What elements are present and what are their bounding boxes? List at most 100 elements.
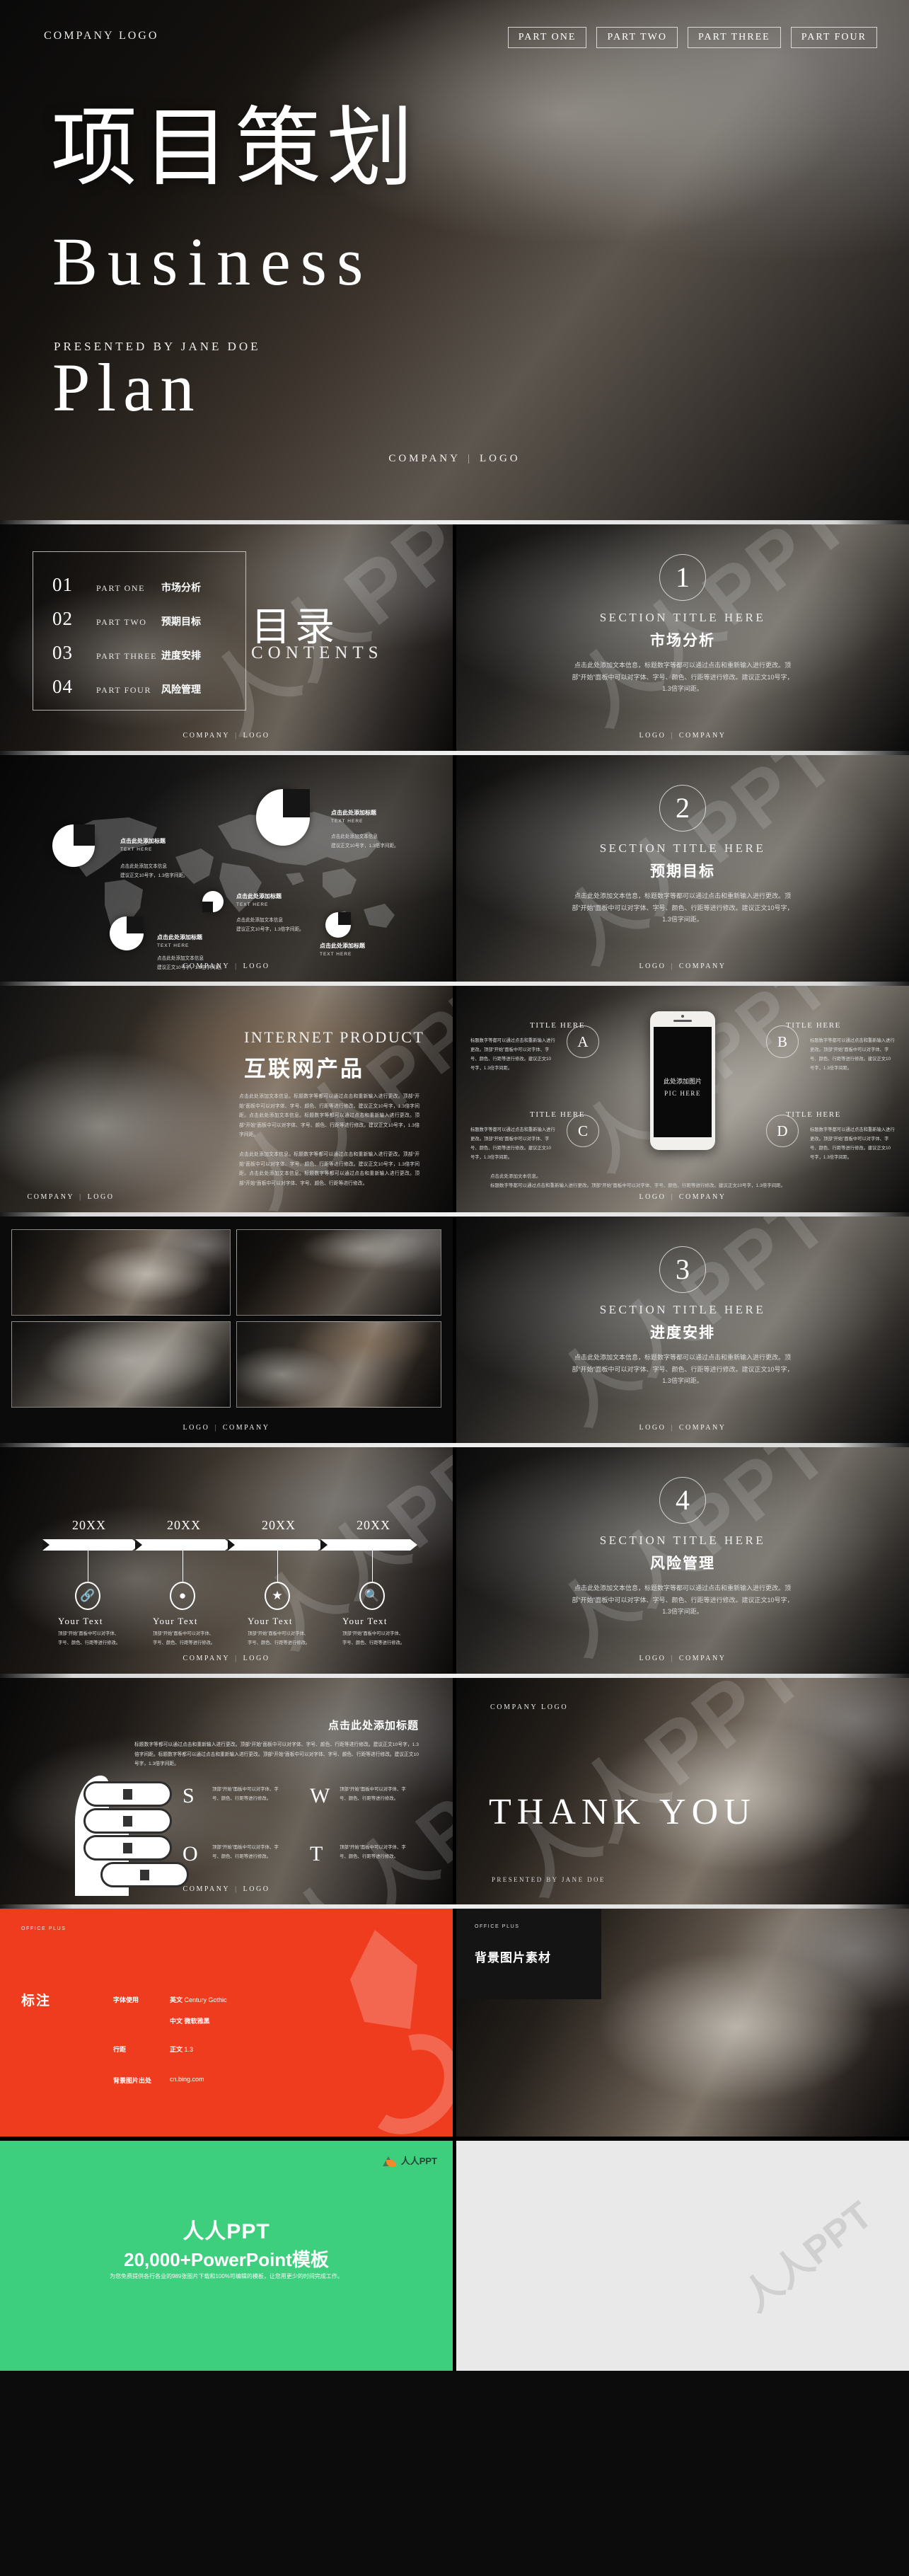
renrenppt-logo[interactable]: 人人PPT: [382, 2154, 437, 2167]
phone-bottom-line-2: 标题数字等都可以通过点击和重新输入进行更改。顶部“开始”面板中可以对字体、字号、…: [490, 1183, 786, 1189]
promo-heading: 人人PPT: [183, 2220, 270, 2243]
marker-body: 点击此处添加文本信息 建议正文10号字，1.3倍字间距。: [331, 834, 399, 849]
bg-material-heading: 背景图片素材: [475, 1951, 551, 1965]
toc-number: 01: [52, 574, 73, 595]
nav-part-three[interactable]: PART THREE: [687, 27, 781, 48]
pie-chart-2: [256, 789, 310, 846]
thank-you-presented-by: PRESENTED BY JANE DOE: [492, 1876, 606, 1883]
section-description: 点击此处添加文本信息，标题数字等都可以通过点击和重新输入进行更改。顶部“开始”面…: [572, 662, 794, 693]
pin-icon[interactable]: ●: [170, 1582, 195, 1610]
toc-label-en: PART FOUR: [96, 685, 152, 695]
footer-right: COMPANY: [222, 1424, 270, 1432]
office-plus-label: OFFICE PLUS: [21, 1926, 66, 1931]
swot-pill-1: [83, 1781, 172, 1807]
swot-body-s: 顶部“开始”面板中可以对字体、字号、颜色、行距等进行修改。: [212, 1787, 279, 1801]
slide-section-4: 人人PPT 4 SECTION TITLE HERE 风险管理 点击此处添加文本…: [456, 1447, 909, 1674]
slide-footer: LOGO | COMPANY: [639, 962, 726, 970]
slide-footer: LOGO | COMPANY: [639, 1655, 726, 1662]
phone-bottom-note: 点击此处添加文本信息。 标题数字等都可以通过点击和重新输入进行更改。顶部“开始”…: [490, 1172, 875, 1191]
gallery-photo-4[interactable]: [236, 1321, 441, 1408]
promo-subheading: 20,000+PowerPoint模板: [124, 2249, 329, 2270]
slide-row-7: 人人PPT 点击此处添加标题 标题数字等都可以通过点击和重新输入进行更改。顶部“…: [0, 1678, 909, 1904]
swot-title: 点击此处添加标题: [328, 1720, 419, 1732]
feature-title-c: TITLE HERE: [530, 1110, 586, 1119]
marker-body: 点击此处添加文本信息 建议正文10号字，1.3倍字间距。: [120, 864, 188, 878]
slide-footer: COMPANY | LOGO: [183, 1655, 270, 1662]
footer-right: COMPANY: [678, 1424, 726, 1432]
nav-part-four[interactable]: PART FOUR: [790, 27, 877, 48]
slide-row-8: OFFICE PLUS 标注 字体使用 英文 Century Gothic 中文…: [0, 1909, 909, 2137]
timeline-title-4: Your Text: [342, 1616, 388, 1626]
slide-row-2: 人人PPT 01 PART ONE 市场分析 02 PART TWO 预期目标 …: [0, 524, 909, 751]
camera-icon: [681, 1015, 684, 1018]
footer-right: LOGO: [243, 962, 270, 970]
marker-title: 点击此处添加标题: [331, 810, 376, 816]
thank-you-title: THANK YOU: [489, 1792, 756, 1832]
brand-name: 人人PPT: [400, 2156, 437, 2166]
timeline-title-1: Your Text: [58, 1616, 103, 1626]
gallery-photo-3[interactable]: [11, 1321, 231, 1408]
timeline-year-4: 20XX: [357, 1518, 390, 1532]
section-title-en: SECTION TITLE HERE: [599, 611, 766, 624]
nav-part-two[interactable]: PART TWO: [596, 27, 678, 48]
slide-footer: LOGO | COMPANY: [183, 1424, 270, 1432]
person-icon: [123, 1788, 132, 1800]
toc-item-3[interactable]: 03 PART THREE 进度安排: [52, 642, 201, 664]
toc-item-4[interactable]: 04 PART FOUR 风险管理: [52, 676, 201, 698]
marker-title: 点击此处添加标题: [157, 934, 202, 941]
slide-row-3: 点击此处添加标题 TEXT HERE 点击此处添加文本信息 建议正文10号字，1.…: [0, 755, 909, 982]
notes-value-font-en: 英文 Century Gothic: [170, 1996, 227, 2003]
ppt-template-preview: COMPANY LOGO PART ONE PART TWO PART THRE…: [0, 0, 909, 2371]
speaker-icon: [673, 1020, 692, 1022]
timeline-year-3: 20XX: [262, 1518, 296, 1532]
search-icon[interactable]: 🔍: [359, 1582, 385, 1610]
footer-right: COMPANY: [678, 1193, 726, 1201]
section-title-en: SECTION TITLE HERE: [599, 841, 766, 855]
footer-left: LOGO: [639, 962, 666, 970]
office-plus-label: OFFICE PLUS: [475, 1924, 520, 1929]
slide-section-1: 人人PPT 1 SECTION TITLE HERE 市场分析 点击此处添加文本…: [456, 524, 909, 751]
timeline-arrow-3: [228, 1539, 325, 1551]
toc-label-cn: 预期目标: [161, 616, 201, 627]
star-icon[interactable]: ★: [265, 1582, 290, 1610]
feature-circle-d[interactable]: D: [766, 1115, 799, 1147]
feature-title-a: TITLE HERE: [530, 1021, 586, 1030]
briefcase-icon: [123, 1815, 132, 1827]
gallery-photo-2[interactable]: [236, 1229, 441, 1316]
feature-circle-c[interactable]: C: [567, 1115, 599, 1147]
toc-item-2[interactable]: 02 PART TWO 预期目标: [52, 608, 201, 630]
toc-list: 01 PART ONE 市场分析 02 PART TWO 预期目标 03 PAR…: [52, 574, 201, 710]
toc-number: 04: [52, 676, 73, 697]
nav-part-one[interactable]: PART ONE: [507, 27, 587, 48]
footer-left: COMPANY: [183, 732, 231, 740]
toc-label-cn: 进度安排: [161, 650, 201, 661]
swot-letter-t: T: [310, 1842, 323, 1865]
slide-footer: COMPANY | LOGO: [27, 1193, 115, 1201]
slide-timeline: 人人PPT 20XX 20XX 20XX 20XX 🔗 ● ★ 🔍 Your T…: [0, 1447, 453, 1674]
section-description: 点击此处添加文本信息，标题数字等都可以通过点击和重新输入进行更改。顶部“开始”面…: [572, 1585, 794, 1616]
swot-body-o: 顶部“开始”面板中可以对字体、字号、颜色、行距等进行修改。: [212, 1845, 279, 1859]
toc-item-1[interactable]: 01 PART ONE 市场分析: [52, 574, 201, 596]
phone-mockup: 此处添加图片 PIC HERE: [650, 1011, 715, 1150]
link-icon[interactable]: 🔗: [75, 1582, 100, 1610]
section-number: 3: [659, 1246, 706, 1293]
slide-footer: LOGO | COMPANY: [639, 1424, 726, 1432]
gallery-photo-1[interactable]: [11, 1229, 231, 1316]
timeline-title-3: Your Text: [248, 1616, 293, 1626]
feature-circle-a[interactable]: A: [567, 1025, 599, 1058]
section-number: 2: [659, 785, 706, 832]
pic-placeholder-en: PIC HERE: [664, 1090, 701, 1097]
pic-placeholder-cn: 此处添加图片: [663, 1078, 702, 1085]
timeline-body-2: 顶部“开始”面板中可以对字体、字号、颜色、行距等进行修改。: [153, 1631, 216, 1645]
internet-paragraph-1: 点击此处添加文本信息。标题数字等都可以通过点击和重新输入进行更改。顶部“开始”面…: [239, 1094, 419, 1138]
nav-parts: PART ONE PART TWO PART THREE PART FOUR: [507, 27, 877, 48]
notes-key-linespacing: 行距: [113, 2046, 127, 2053]
cover-footer: COMPANY | LOGO: [388, 453, 521, 464]
promo-panel: 人人PPT 人人PPT 20,000+PowerPoint模板 为您免费提供各行…: [0, 2141, 453, 2371]
footer-left: COMPANY: [183, 1885, 231, 1893]
feature-circle-b[interactable]: B: [766, 1025, 799, 1058]
logo-mark-icon: [382, 2154, 397, 2167]
pie-chart-4: [110, 916, 144, 950]
section-title-en: SECTION TITLE HERE: [599, 1534, 766, 1547]
marker-title: 点击此处添加标题: [320, 943, 365, 949]
